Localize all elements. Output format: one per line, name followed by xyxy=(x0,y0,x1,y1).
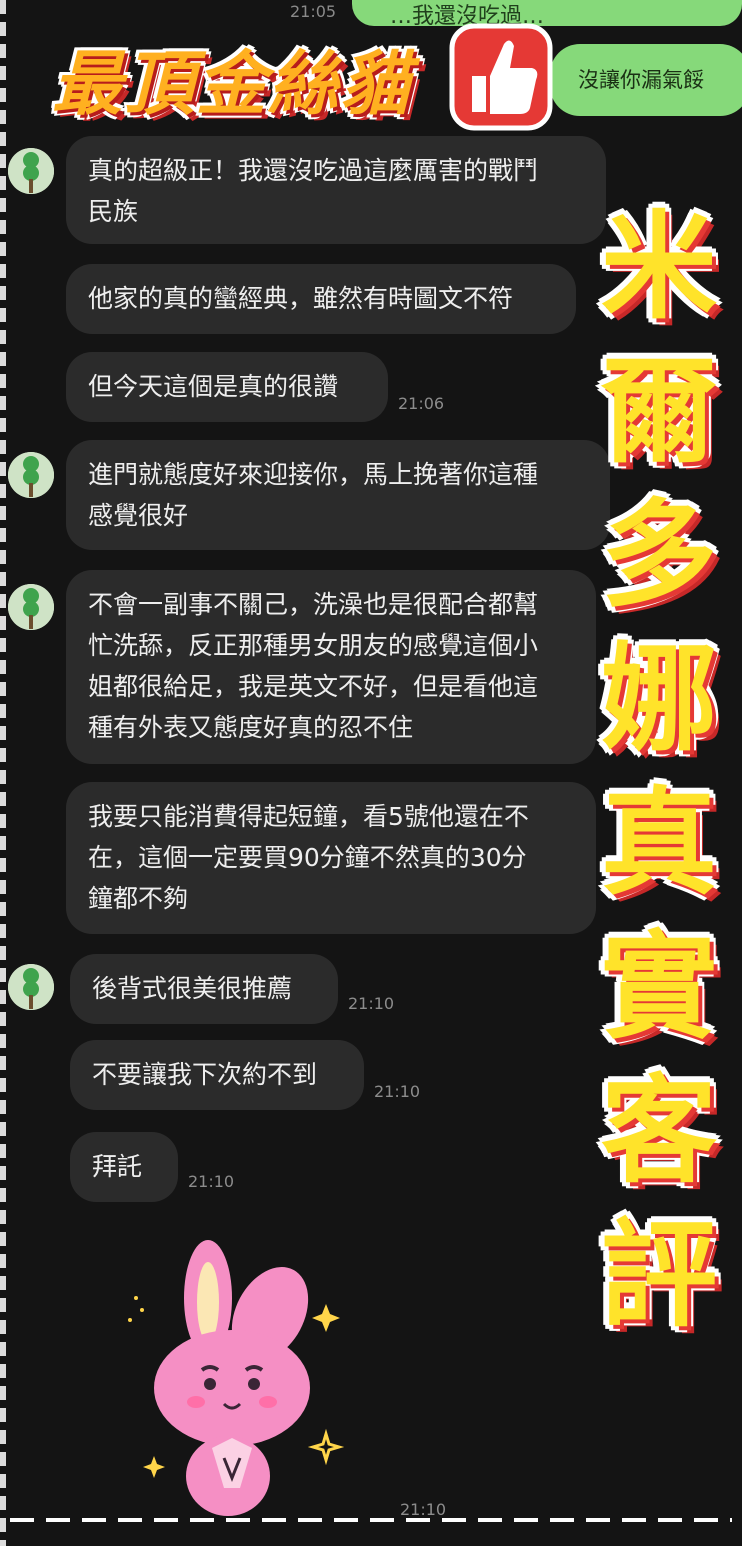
message-bubble[interactable]: 但今天這個是真的很讚 xyxy=(66,352,388,422)
overlay-char: 米 xyxy=(601,200,717,335)
message-timestamp: 21:10 xyxy=(188,1172,235,1191)
outgoing-bubble-right[interactable]: 沒讓你漏氣餒 xyxy=(550,44,742,116)
timestamp-top: 21:05 xyxy=(290,2,337,21)
avatar[interactable] xyxy=(8,148,54,194)
green-dango-icon xyxy=(8,148,54,194)
dashed-border-left xyxy=(0,0,6,1546)
message-bubble[interactable]: 進門就態度好來迎接你，馬上挽著你這種 感覺很好 xyxy=(66,440,610,550)
message-text: 真的超級正！我還沒吃過這麼厲害的戰鬥 民族 xyxy=(88,156,539,226)
green-dango-icon xyxy=(8,452,54,498)
sticker-timestamp: 21:10 xyxy=(400,1500,447,1519)
message-bubble[interactable]: 拜託 xyxy=(70,1132,178,1202)
overlay-char: 爾 xyxy=(601,344,717,479)
message-text: 他家的真的蠻經典，雖然有時圖文不符 xyxy=(88,284,514,313)
message-timestamp: 21:06 xyxy=(398,394,445,413)
overlay-char: 客 xyxy=(601,1064,717,1199)
message-bubble[interactable]: 他家的真的蠻經典，雖然有時圖文不符 xyxy=(66,264,576,334)
message-timestamp: 21:10 xyxy=(348,994,395,1013)
message-bubble[interactable]: 真的超級正！我還沒吃過這麼厲害的戰鬥 民族 xyxy=(66,136,606,244)
overlay-char: 評 xyxy=(601,1208,717,1343)
pink-bunny-sticker[interactable] xyxy=(120,1238,370,1518)
overlay-char: 多 xyxy=(601,488,717,623)
green-dango-icon xyxy=(8,584,54,630)
message-bubble[interactable]: 不要讓我下次約不到 xyxy=(70,1040,364,1110)
chat-screen: 21:05 …我還沒吃過… 沒讓你漏氣餒 最頂金絲貓 真的超級正！我還沒吃過這麼… xyxy=(0,0,742,1546)
avatar[interactable] xyxy=(8,964,54,1010)
message-bubble[interactable]: 後背式很美很推薦 xyxy=(70,954,338,1024)
overlay-char: 娜 xyxy=(601,632,717,767)
outgoing-bubble-right-text: 沒讓你漏氣餒 xyxy=(578,68,704,92)
message-text: 進門就態度好來迎接你，馬上挽著你這種 感覺很好 xyxy=(88,460,539,530)
message-bubble[interactable]: 不會一副事不關己，洗澡也是很配合都幫 忙洗舔，反正那種男女朋友的感覺這個小 姐都… xyxy=(66,570,596,764)
avatar[interactable] xyxy=(8,452,54,498)
message-text: 不會一副事不關己，洗澡也是很配合都幫 忙洗舔，反正那種男女朋友的感覺這個小 姐都… xyxy=(88,590,539,742)
message-text: 但今天這個是真的很讚 xyxy=(88,372,339,401)
overlay-vertical-text: 米 爾 多 娜 真 實 客 評 xyxy=(584,196,734,1348)
green-dango-icon xyxy=(8,964,54,1010)
overlay-title: 最頂金絲貓 xyxy=(52,43,412,125)
avatar[interactable] xyxy=(8,584,54,630)
message-text: 拜託 xyxy=(92,1152,143,1181)
message-bubble[interactable]: 我要只能消費得起短鐘，看5號他還在不 在，這個一定要買90分鐘不然真的30分 鐘… xyxy=(66,782,596,934)
overlay-char: 實 xyxy=(601,920,717,1055)
message-text: 不要讓我下次約不到 xyxy=(92,1060,318,1089)
dashed-border-bottom xyxy=(10,1518,732,1522)
message-text: 我要只能消費得起短鐘，看5號他還在不 在，這個一定要買90分鐘不然真的30分 鐘… xyxy=(88,802,529,913)
thumbs-up-icon xyxy=(449,23,553,131)
message-timestamp: 21:10 xyxy=(374,1082,421,1101)
message-text: 後背式很美很推薦 xyxy=(92,974,293,1003)
overlay-char: 真 xyxy=(601,776,717,911)
